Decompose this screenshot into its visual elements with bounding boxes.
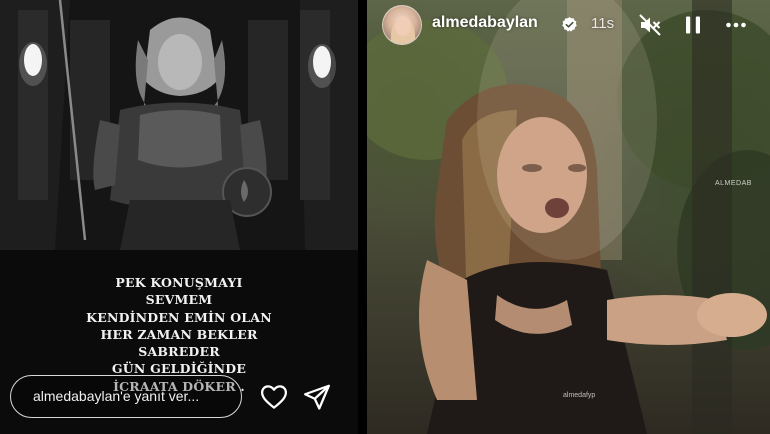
quote-line: HER ZAMAN BEKLER [100,326,258,342]
quote-line: SABREDER [138,344,220,360]
edge-watermark-text: ALMEDAB [715,180,752,187]
verified-badge-icon [561,16,578,33]
panel-divider [358,0,367,434]
quote-line: SEVMEM [145,292,213,308]
left-story-panel[interactable]: PEK KONUŞMAYI SEVMEM KENDİNDEN EMİN OLAN… [0,0,358,434]
story-video-frame [367,0,770,434]
video-watermark-text: almedafyp [563,392,596,399]
story-header: almedabaylan 11s [367,0,770,52]
story-username[interactable]: almedabaylan [432,14,538,32]
right-story-panel[interactable]: almedabaylan 11s ALMEDAB almedafyp [367,0,770,434]
pause-icon[interactable] [681,13,705,37]
quote-line: KENDİNDEN EMİN OLAN [86,309,272,325]
quote-line: PEK KONUŞMAYI [115,275,243,290]
more-horizontal-icon[interactable] [724,13,748,37]
reply-bar: almedabaylan'e yanıt ver... [0,370,358,434]
avatar[interactable] [382,5,422,45]
send-icon[interactable] [302,382,332,412]
story-timestamp: 11s [591,15,615,32]
heart-icon[interactable] [259,382,289,412]
muted-speaker-icon[interactable] [638,13,662,37]
warrior-poster-image [0,0,358,250]
reply-input[interactable]: almedabaylan'e yanıt ver... [10,375,242,418]
